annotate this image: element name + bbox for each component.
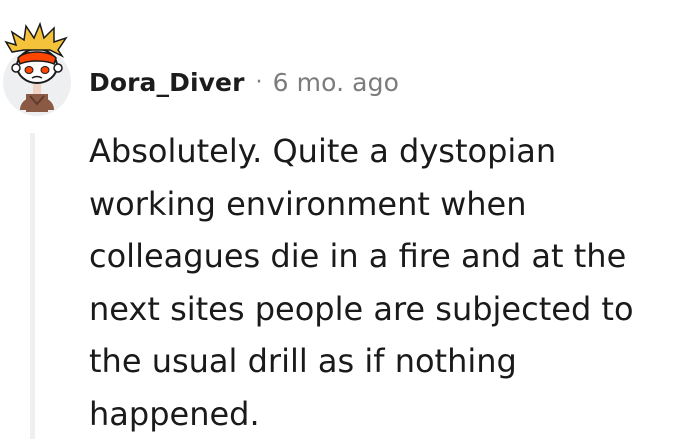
comment-body-line: colleagues die in a fire and at the: [89, 237, 627, 275]
user-avatar[interactable]: [0, 12, 74, 116]
comment-body-line: Absolutely. Quite a dystopian: [89, 132, 557, 170]
author-name[interactable]: Dora_Diver: [89, 68, 245, 97]
comment-body-line: the usual drill as if nothing: [89, 342, 517, 380]
comment-meta: Dora_Diver · 6 mo. ago: [89, 64, 399, 100]
comment-body-line: next sites people are subjected to: [89, 289, 634, 328]
thread-collapse-line[interactable]: [30, 133, 35, 439]
comment-body: Absolutely. Quite a dystopian working en…: [89, 125, 669, 439]
meta-separator: ·: [255, 69, 263, 95]
comment-body-line: happened.: [89, 394, 260, 433]
comment-timestamp[interactable]: 6 mo. ago: [273, 68, 399, 97]
snoo-avatar-icon: [3, 21, 71, 116]
comment-body-line: working environment when: [89, 184, 527, 223]
comment: Dora_Diver · 6 mo. ago Absolutely. Quite…: [0, 0, 683, 439]
